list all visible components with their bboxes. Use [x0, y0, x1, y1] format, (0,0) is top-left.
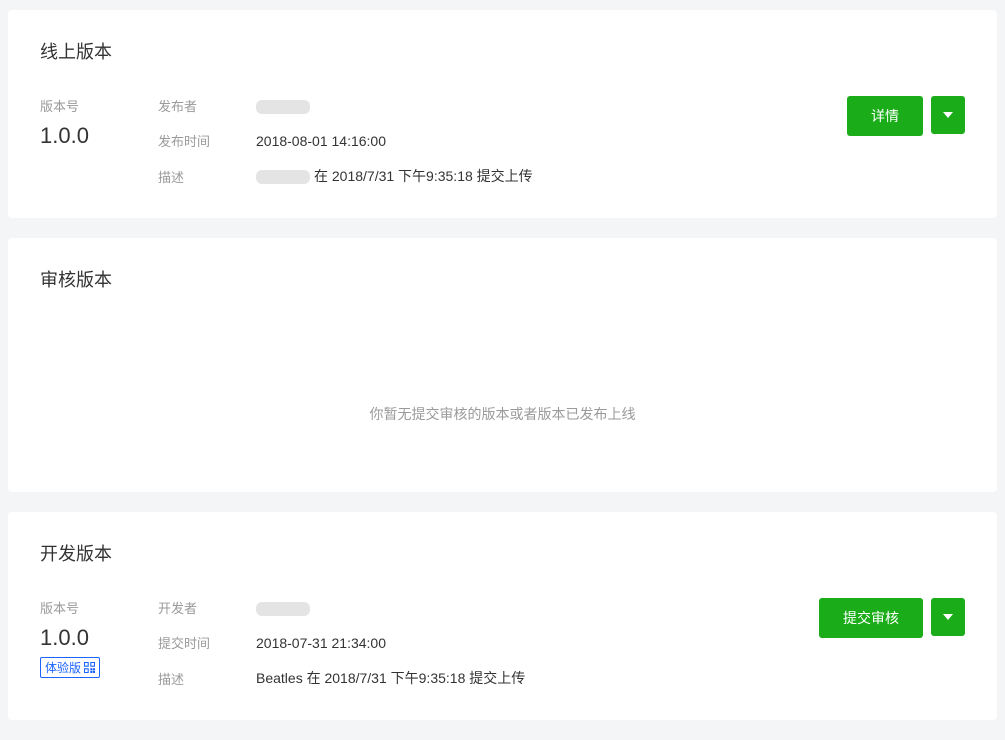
dev-desc-line: 描述 Beatles 在 2018/7/31 下午9:35:18 提交上传 — [158, 668, 965, 688]
online-desc-label: 描述 — [158, 167, 256, 186]
online-version-title: 线上版本 — [40, 38, 965, 64]
dev-desc-label: 描述 — [158, 669, 256, 688]
dev-developer-value — [256, 599, 310, 615]
dev-version-title: 开发版本 — [40, 540, 965, 566]
redacted-placeholder — [256, 602, 310, 616]
online-publisher-line: 发布者 — [158, 96, 965, 115]
submit-review-button[interactable]: 提交审核 — [819, 598, 923, 638]
online-info-row: 版本号 1.0.0 发布者 发布时间 2018-08-01 14:16:00 描… — [40, 96, 965, 186]
chevron-down-icon — [943, 112, 953, 118]
dev-version-label: 版本号 — [40, 598, 158, 617]
online-desc-line: 描述 在 2018/7/31 下午9:35:18 提交上传 — [158, 166, 965, 186]
online-publish-time-value: 2018-08-01 14:16:00 — [256, 133, 386, 149]
online-publish-time-label: 发布时间 — [158, 131, 256, 150]
redacted-placeholder — [256, 170, 310, 184]
review-empty-message: 你暂无提交审核的版本或者版本已发布上线 — [40, 324, 965, 480]
online-actions: 详情 — [847, 96, 965, 136]
dev-developer-label: 开发者 — [158, 598, 256, 617]
online-publisher-value — [256, 97, 310, 113]
qrcode-icon — [84, 662, 95, 673]
trial-badge[interactable]: 体验版 — [40, 657, 100, 678]
dev-dropdown-button[interactable] — [931, 598, 965, 636]
details-button[interactable]: 详情 — [847, 96, 923, 136]
online-publish-time-line: 发布时间 2018-08-01 14:16:00 — [158, 131, 965, 150]
online-desc-value: 在 2018/7/31 下午9:35:18 提交上传 — [256, 166, 533, 186]
dev-submit-time-value: 2018-07-31 21:34:00 — [256, 635, 386, 651]
online-dropdown-button[interactable] — [931, 96, 965, 134]
redacted-placeholder — [256, 100, 310, 114]
online-version-card: 线上版本 版本号 1.0.0 发布者 发布时间 2018-08-01 14:16… — [8, 10, 997, 218]
dev-actions: 提交审核 — [819, 598, 965, 638]
online-desc-text: 在 2018/7/31 下午9:35:18 提交上传 — [314, 168, 533, 184]
chevron-down-icon — [943, 614, 953, 620]
review-version-title: 审核版本 — [40, 266, 965, 292]
trial-badge-label: 体验版 — [45, 659, 81, 676]
online-publisher-label: 发布者 — [158, 96, 256, 115]
dev-version-card: 开发版本 版本号 1.0.0 体验版 开发者 提交时间 2018-07-31 2… — [8, 512, 997, 720]
dev-desc-value: Beatles 在 2018/7/31 下午9:35:18 提交上传 — [256, 668, 525, 688]
dev-version-number: 1.0.0 — [40, 625, 158, 651]
review-version-card: 审核版本 你暂无提交审核的版本或者版本已发布上线 — [8, 238, 997, 492]
online-detail-column: 发布者 发布时间 2018-08-01 14:16:00 描述 在 2018/7… — [158, 96, 965, 186]
dev-version-column: 版本号 1.0.0 体验版 — [40, 598, 158, 678]
online-version-column: 版本号 1.0.0 — [40, 96, 158, 149]
online-version-label: 版本号 — [40, 96, 158, 115]
dev-submit-time-label: 提交时间 — [158, 633, 256, 652]
online-version-number: 1.0.0 — [40, 123, 158, 149]
